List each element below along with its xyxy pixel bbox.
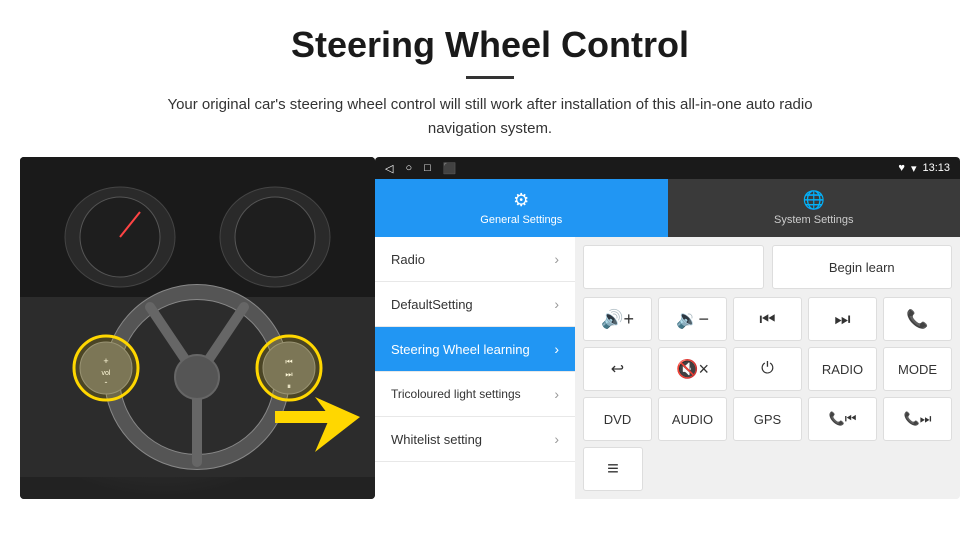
right-controls: Begin learn 🔊+ 🔉− ⏮ ⏭ 📞 ↩ 🔇 (575, 237, 960, 499)
home-nav-icon[interactable]: ○ (405, 162, 412, 175)
begin-learn-row: Begin learn (583, 245, 952, 289)
clock: 13:13 (922, 162, 950, 174)
android-body: Radio › DefaultSetting › Steering Wheel … (375, 237, 960, 499)
tab-general-label: General Settings (480, 214, 562, 226)
menu-radio-arrow: › (554, 251, 559, 267)
power-button[interactable]: ⏻ (733, 347, 802, 391)
tab-bar: ⚙ General Settings 🌐 System Settings (375, 179, 960, 237)
control-row-2: ↩ 🔇× ⏻ RADIO MODE (583, 347, 952, 391)
hang-up-button[interactable]: ↩ (583, 347, 652, 391)
dvd-button[interactable]: DVD (583, 397, 652, 441)
control-row-4: ≡ (583, 447, 952, 491)
header-divider (466, 76, 514, 79)
back-nav-icon[interactable]: ◁ (385, 162, 393, 175)
menu-whitelist-label: Whitelist setting (391, 432, 554, 447)
menu-item-whitelist[interactable]: Whitelist setting › (375, 417, 575, 462)
menu-item-radio[interactable]: Radio › (375, 237, 575, 282)
tel-next-button[interactable]: 📞⏭ (883, 397, 952, 441)
tel-prev-button[interactable]: 📞⏮ (808, 397, 877, 441)
control-row-1: 🔊+ 🔉− ⏮ ⏭ 📞 (583, 297, 952, 341)
learn-placeholder (583, 245, 764, 289)
status-bar-left: ◁ ○ □ ⬛ (385, 162, 456, 175)
steering-wheel-svg: + vol - ⏮ ⏭ ⏸ (20, 157, 375, 477)
car-image-section: + vol - ⏮ ⏭ ⏸ (20, 157, 375, 499)
control-row-3: DVD AUDIO GPS 📞⏮ 📞⏭ (583, 397, 952, 441)
next-track-button[interactable]: ⏭ (808, 297, 877, 341)
recent-nav-icon[interactable]: □ (424, 162, 431, 175)
system-settings-icon: 🌐 (803, 190, 825, 211)
menu-radio-label: Radio (391, 252, 554, 267)
menu-steering-label: Steering Wheel learning (391, 342, 554, 357)
header-subtitle: Your original car's steering wheel contr… (140, 93, 840, 141)
car-image-bg: + vol - ⏮ ⏭ ⏸ (20, 157, 375, 499)
signal-icon: ▾ (911, 162, 917, 175)
tab-system-label: System Settings (774, 214, 853, 226)
mute-button[interactable]: 🔇× (658, 347, 727, 391)
main-content: + vol - ⏮ ⏭ ⏸ ◁ ○ □ (0, 157, 980, 519)
screenshot-icon[interactable]: ⬛ (443, 162, 457, 175)
android-panel: ◁ ○ □ ⬛ ♥ ▾ 13:13 ⚙ General Settings 🌐 S… (375, 157, 960, 499)
list-button[interactable]: ≡ (583, 447, 643, 491)
menu-whitelist-arrow: › (554, 431, 559, 447)
vol-up-button[interactable]: 🔊+ (583, 297, 652, 341)
prev-track-button[interactable]: ⏮ (733, 297, 802, 341)
menu-default-arrow: › (554, 296, 559, 312)
menu-item-steering[interactable]: Steering Wheel learning › (375, 327, 575, 372)
left-menu: Radio › DefaultSetting › Steering Wheel … (375, 237, 575, 499)
tab-general[interactable]: ⚙ General Settings (375, 179, 668, 237)
menu-item-default[interactable]: DefaultSetting › (375, 282, 575, 327)
gps-button[interactable]: GPS (733, 397, 802, 441)
phone-button[interactable]: 📞 (883, 297, 952, 341)
control-grid: 🔊+ 🔉− ⏮ ⏭ 📞 ↩ 🔇× ⏻ RADIO MODE (583, 297, 952, 491)
audio-button[interactable]: AUDIO (658, 397, 727, 441)
status-bar-right: ♥ ▾ 13:13 (898, 162, 950, 175)
menu-steering-arrow: › (554, 341, 559, 357)
menu-tricoloured-label: Tricoloured light settings (391, 387, 554, 401)
wifi-icon: ♥ (898, 162, 905, 174)
mode-button[interactable]: MODE (883, 347, 952, 391)
status-bar: ◁ ○ □ ⬛ ♥ ▾ 13:13 (375, 157, 960, 179)
tab-system[interactable]: 🌐 System Settings (668, 179, 961, 237)
menu-default-label: DefaultSetting (391, 297, 554, 312)
begin-learn-button[interactable]: Begin learn (772, 245, 953, 289)
page-header: Steering Wheel Control Your original car… (0, 0, 980, 157)
vol-down-button[interactable]: 🔉− (658, 297, 727, 341)
radio-button[interactable]: RADIO (808, 347, 877, 391)
menu-tricoloured-arrow: › (554, 386, 559, 402)
menu-item-tricoloured[interactable]: Tricoloured light settings › (375, 372, 575, 417)
general-settings-icon: ⚙ (513, 190, 529, 211)
page-title: Steering Wheel Control (40, 24, 940, 66)
